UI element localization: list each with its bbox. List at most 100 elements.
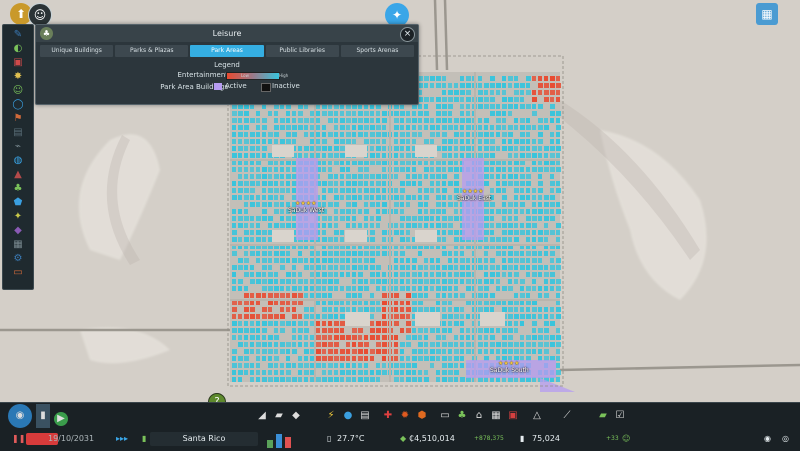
building[interactable] <box>346 356 350 361</box>
landscaping-icon[interactable]: ⟋ <box>560 409 574 423</box>
building[interactable] <box>526 293 530 298</box>
building[interactable] <box>484 132 489 137</box>
building[interactable] <box>538 146 542 151</box>
building[interactable] <box>370 139 375 144</box>
building[interactable] <box>232 188 236 193</box>
building[interactable] <box>256 349 260 354</box>
building[interactable] <box>412 125 416 130</box>
building[interactable] <box>400 132 405 137</box>
building[interactable] <box>550 258 554 263</box>
toolbar-tool-icon[interactable]: ☺ <box>6 84 30 98</box>
building[interactable] <box>448 286 452 291</box>
building[interactable] <box>370 370 374 375</box>
building[interactable] <box>334 349 338 354</box>
building[interactable] <box>430 342 435 347</box>
building[interactable] <box>382 230 387 235</box>
building[interactable] <box>376 272 380 277</box>
building[interactable] <box>400 363 405 368</box>
building[interactable] <box>490 328 494 333</box>
building[interactable] <box>352 265 357 270</box>
building[interactable] <box>550 342 555 347</box>
building[interactable] <box>538 167 543 172</box>
building[interactable] <box>268 265 272 270</box>
building[interactable] <box>442 335 446 340</box>
building[interactable] <box>340 146 345 151</box>
building[interactable] <box>370 258 375 263</box>
building[interactable] <box>532 307 537 312</box>
building[interactable] <box>514 146 518 151</box>
building[interactable] <box>502 223 507 228</box>
building[interactable] <box>316 377 321 382</box>
building[interactable] <box>400 209 404 214</box>
building[interactable] <box>292 279 296 284</box>
building[interactable] <box>328 349 333 354</box>
building[interactable] <box>466 349 471 354</box>
building[interactable] <box>508 139 512 144</box>
building[interactable] <box>520 188 524 193</box>
building[interactable] <box>514 125 518 130</box>
building[interactable] <box>478 83 482 88</box>
building[interactable] <box>406 202 410 207</box>
building[interactable] <box>340 153 345 158</box>
building[interactable] <box>370 223 374 228</box>
building[interactable] <box>538 76 542 81</box>
building[interactable] <box>460 258 465 263</box>
building[interactable] <box>340 272 344 277</box>
building[interactable] <box>370 349 375 354</box>
building[interactable] <box>466 265 470 270</box>
building[interactable] <box>550 153 555 158</box>
building[interactable] <box>442 349 446 354</box>
building[interactable] <box>322 370 326 375</box>
building[interactable] <box>466 97 471 102</box>
building[interactable] <box>442 139 447 144</box>
building[interactable] <box>358 209 362 214</box>
building[interactable] <box>352 328 357 333</box>
building[interactable] <box>316 335 321 340</box>
building[interactable] <box>490 202 495 207</box>
building[interactable] <box>544 265 548 270</box>
building[interactable] <box>532 223 537 228</box>
building[interactable] <box>508 202 513 207</box>
building[interactable] <box>376 118 380 123</box>
building[interactable] <box>298 342 302 347</box>
building[interactable] <box>304 279 308 284</box>
building[interactable] <box>232 335 236 340</box>
building[interactable] <box>544 335 549 340</box>
building[interactable] <box>502 258 506 263</box>
building[interactable] <box>232 363 237 368</box>
building[interactable] <box>550 279 555 284</box>
building[interactable] <box>358 223 362 228</box>
building[interactable] <box>418 293 423 298</box>
building[interactable] <box>232 237 237 242</box>
building[interactable] <box>556 83 561 88</box>
building[interactable] <box>448 146 452 151</box>
building[interactable] <box>430 139 434 144</box>
building[interactable] <box>244 153 248 158</box>
building[interactable] <box>448 90 453 95</box>
building[interactable] <box>346 307 350 312</box>
building[interactable] <box>244 195 249 200</box>
building[interactable] <box>334 279 339 284</box>
building[interactable] <box>406 321 411 326</box>
building[interactable] <box>508 258 513 263</box>
building[interactable] <box>436 97 441 102</box>
building[interactable] <box>322 293 327 298</box>
building[interactable] <box>268 286 273 291</box>
building[interactable] <box>238 216 243 221</box>
building[interactable] <box>538 237 543 242</box>
building[interactable] <box>442 216 447 221</box>
building[interactable] <box>544 272 549 277</box>
building[interactable] <box>538 125 543 130</box>
building[interactable] <box>430 76 435 81</box>
building[interactable] <box>286 279 291 284</box>
building[interactable] <box>316 265 321 270</box>
building[interactable] <box>244 111 249 116</box>
building[interactable] <box>232 118 237 123</box>
building[interactable] <box>286 118 290 123</box>
toolbar-tool-icon[interactable]: ✦ <box>6 210 30 224</box>
building[interactable] <box>424 139 429 144</box>
building[interactable] <box>514 181 519 186</box>
district-label-east[interactable]: SaDuk East <box>457 195 491 202</box>
building[interactable] <box>250 314 255 319</box>
building[interactable] <box>454 97 459 102</box>
